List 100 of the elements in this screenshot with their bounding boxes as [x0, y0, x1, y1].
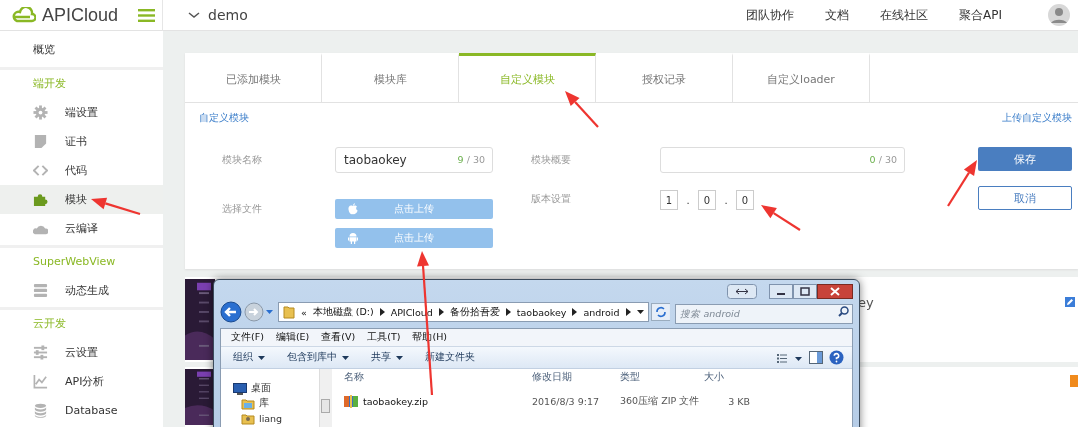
sidebar-item[interactable]: 概览: [0, 35, 163, 64]
back-icon[interactable]: [220, 301, 242, 323]
path-segment[interactable]: android: [583, 306, 620, 318]
version-separator: .: [723, 194, 729, 206]
user-folder-icon: [241, 412, 255, 425]
search-icon: [838, 306, 849, 317]
arrow-annotation: [761, 205, 801, 231]
section-title: 云开发: [32, 316, 67, 332]
caret-icon[interactable]: [636, 309, 644, 315]
certificate-icon: [33, 134, 48, 149]
monitor-icon: [233, 382, 247, 395]
toolbar-button[interactable]: 共享: [363, 351, 411, 364]
field-label: 选择文件: [222, 203, 263, 216]
tree-item[interactable]: 桌面: [221, 381, 319, 396]
nav-link[interactable]: 在线社区: [880, 6, 928, 24]
toolbar-button[interactable]: 组织: [225, 351, 273, 364]
sidebar-item[interactable]: 模块: [0, 185, 163, 214]
chart-icon: [33, 374, 48, 389]
char-counter: 0 / 30: [869, 154, 897, 165]
arrow-annotation: [947, 160, 977, 207]
chevron-right-icon[interactable]: [572, 308, 578, 316]
puzzle-icon: [33, 192, 48, 207]
refresh-icon[interactable]: [650, 303, 671, 321]
chevron-right-icon[interactable]: [625, 308, 631, 316]
path-segment[interactable]: 本地磁盘 (D:): [312, 305, 374, 319]
menu-item[interactable]: 查看(V): [321, 331, 356, 344]
field-label: 版本设置: [531, 193, 572, 206]
tree-item[interactable]: liang: [221, 411, 319, 426]
save-button[interactable]: 保存: [978, 147, 1072, 171]
minimize-icon[interactable]: [769, 284, 793, 299]
cancel-button[interactable]: 取消: [978, 186, 1072, 210]
section-title: SuperWebView: [32, 254, 117, 270]
version-separator: .: [685, 194, 691, 206]
folder-icon: [282, 305, 295, 319]
sidebar-item[interactable]: 动态生成: [0, 276, 163, 305]
arrow-annotation: [91, 197, 141, 216]
chevron-right-icon[interactable]: [438, 308, 444, 316]
brand-name: APICloud: [42, 4, 119, 26]
edit-icon[interactable]: [1065, 297, 1075, 307]
help-icon[interactable]: [829, 350, 844, 365]
project-name[interactable]: demo: [208, 7, 248, 23]
tab[interactable]: 授权记录: [596, 53, 733, 102]
close-icon[interactable]: [817, 284, 853, 299]
section-title: 端开发: [32, 76, 67, 92]
char-counter: 9 / 30: [457, 154, 485, 165]
archive-icon: [344, 394, 358, 408]
sliders-icon: [33, 345, 48, 360]
chevron-right-icon[interactable]: [505, 308, 511, 316]
database-icon: [33, 403, 48, 418]
path-segment[interactable]: taobaokey: [516, 306, 567, 318]
nav-link[interactable]: 团队协作: [746, 6, 794, 24]
arrow-annotation: [565, 91, 599, 128]
status-tag: [1070, 375, 1078, 387]
maximize-icon[interactable]: [793, 284, 817, 299]
gear-icon: [33, 105, 48, 120]
field-label: 模块概要: [531, 153, 572, 167]
sidebar-item[interactable]: 代码: [0, 156, 163, 185]
breadcrumb-link[interactable]: 自定义模块: [199, 112, 249, 125]
file-name[interactable]: taobaokey.zip: [332, 394, 532, 408]
tab[interactable]: 已添加模块: [185, 53, 322, 102]
upload-link[interactable]: 上传自定义模块: [1002, 112, 1072, 125]
cloud-logo-icon: [12, 7, 36, 23]
tab[interactable]: 模块库: [322, 53, 459, 102]
menu-item[interactable]: 文件(F): [231, 331, 264, 344]
input-field[interactable]: [660, 147, 905, 173]
tree-item[interactable]: 库: [221, 396, 319, 411]
avatar[interactable]: [1048, 4, 1070, 26]
path-overflow: «: [300, 306, 307, 318]
column-header[interactable]: 修改日期: [532, 371, 620, 384]
search-field[interactable]: 搜索 android: [675, 303, 853, 324]
chevron-right-icon[interactable]: [379, 308, 385, 316]
file-type: 360压缩 ZIP 文件: [620, 394, 701, 408]
preview-pane-icon[interactable]: [809, 351, 823, 364]
sidebar-item[interactable]: API分析: [0, 367, 163, 396]
column-header[interactable]: 类型: [620, 371, 704, 384]
folder-icon: [241, 397, 255, 410]
sidebar-item[interactable]: 证书: [0, 127, 163, 156]
view-options-icon[interactable]: [777, 352, 803, 363]
android-icon: [348, 232, 358, 244]
version-field[interactable]: 1: [660, 190, 678, 210]
sidebar-item[interactable]: 云编译: [0, 214, 163, 243]
version-field[interactable]: 0: [736, 190, 754, 210]
path-segment[interactable]: 备份拾吾爱: [449, 305, 500, 319]
file-size: 3 KB: [727, 395, 751, 407]
sidebar-item[interactable]: 端设置: [0, 98, 163, 127]
apple-icon: [348, 203, 358, 215]
sidebar-item[interactable]: 云设置: [0, 338, 163, 367]
toolbar-button[interactable]: 包含到库中: [279, 351, 357, 364]
column-header[interactable]: 大小: [704, 371, 764, 384]
tab[interactable]: 自定义loader: [733, 53, 870, 102]
version-field[interactable]: 0: [698, 190, 716, 210]
nav-link[interactable]: 聚合API: [959, 6, 1002, 24]
menu-item[interactable]: 工具(T): [367, 331, 401, 344]
resize-icon[interactable]: [727, 284, 757, 299]
menu-item[interactable]: 编辑(E): [275, 331, 310, 344]
nav-link[interactable]: 文档: [825, 6, 849, 24]
sidebar-item[interactable]: Database: [0, 396, 163, 425]
field-label: 模块名称: [222, 153, 263, 167]
column-header[interactable]: 名称: [332, 371, 532, 384]
chevron-down-icon[interactable]: [188, 11, 200, 19]
